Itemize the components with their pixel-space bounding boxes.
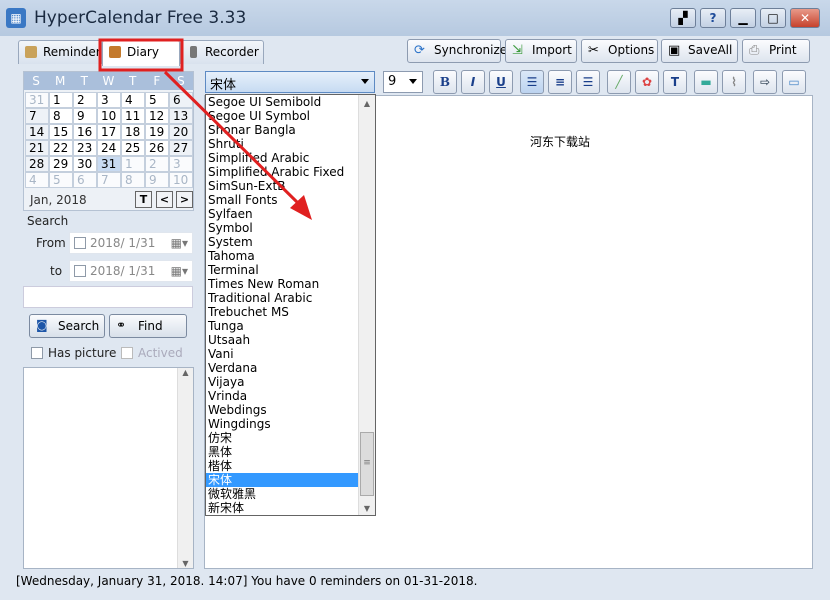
highlight-box (98, 38, 184, 72)
annotation-overlay (98, 38, 312, 220)
annotation-arrow (163, 70, 302, 207)
